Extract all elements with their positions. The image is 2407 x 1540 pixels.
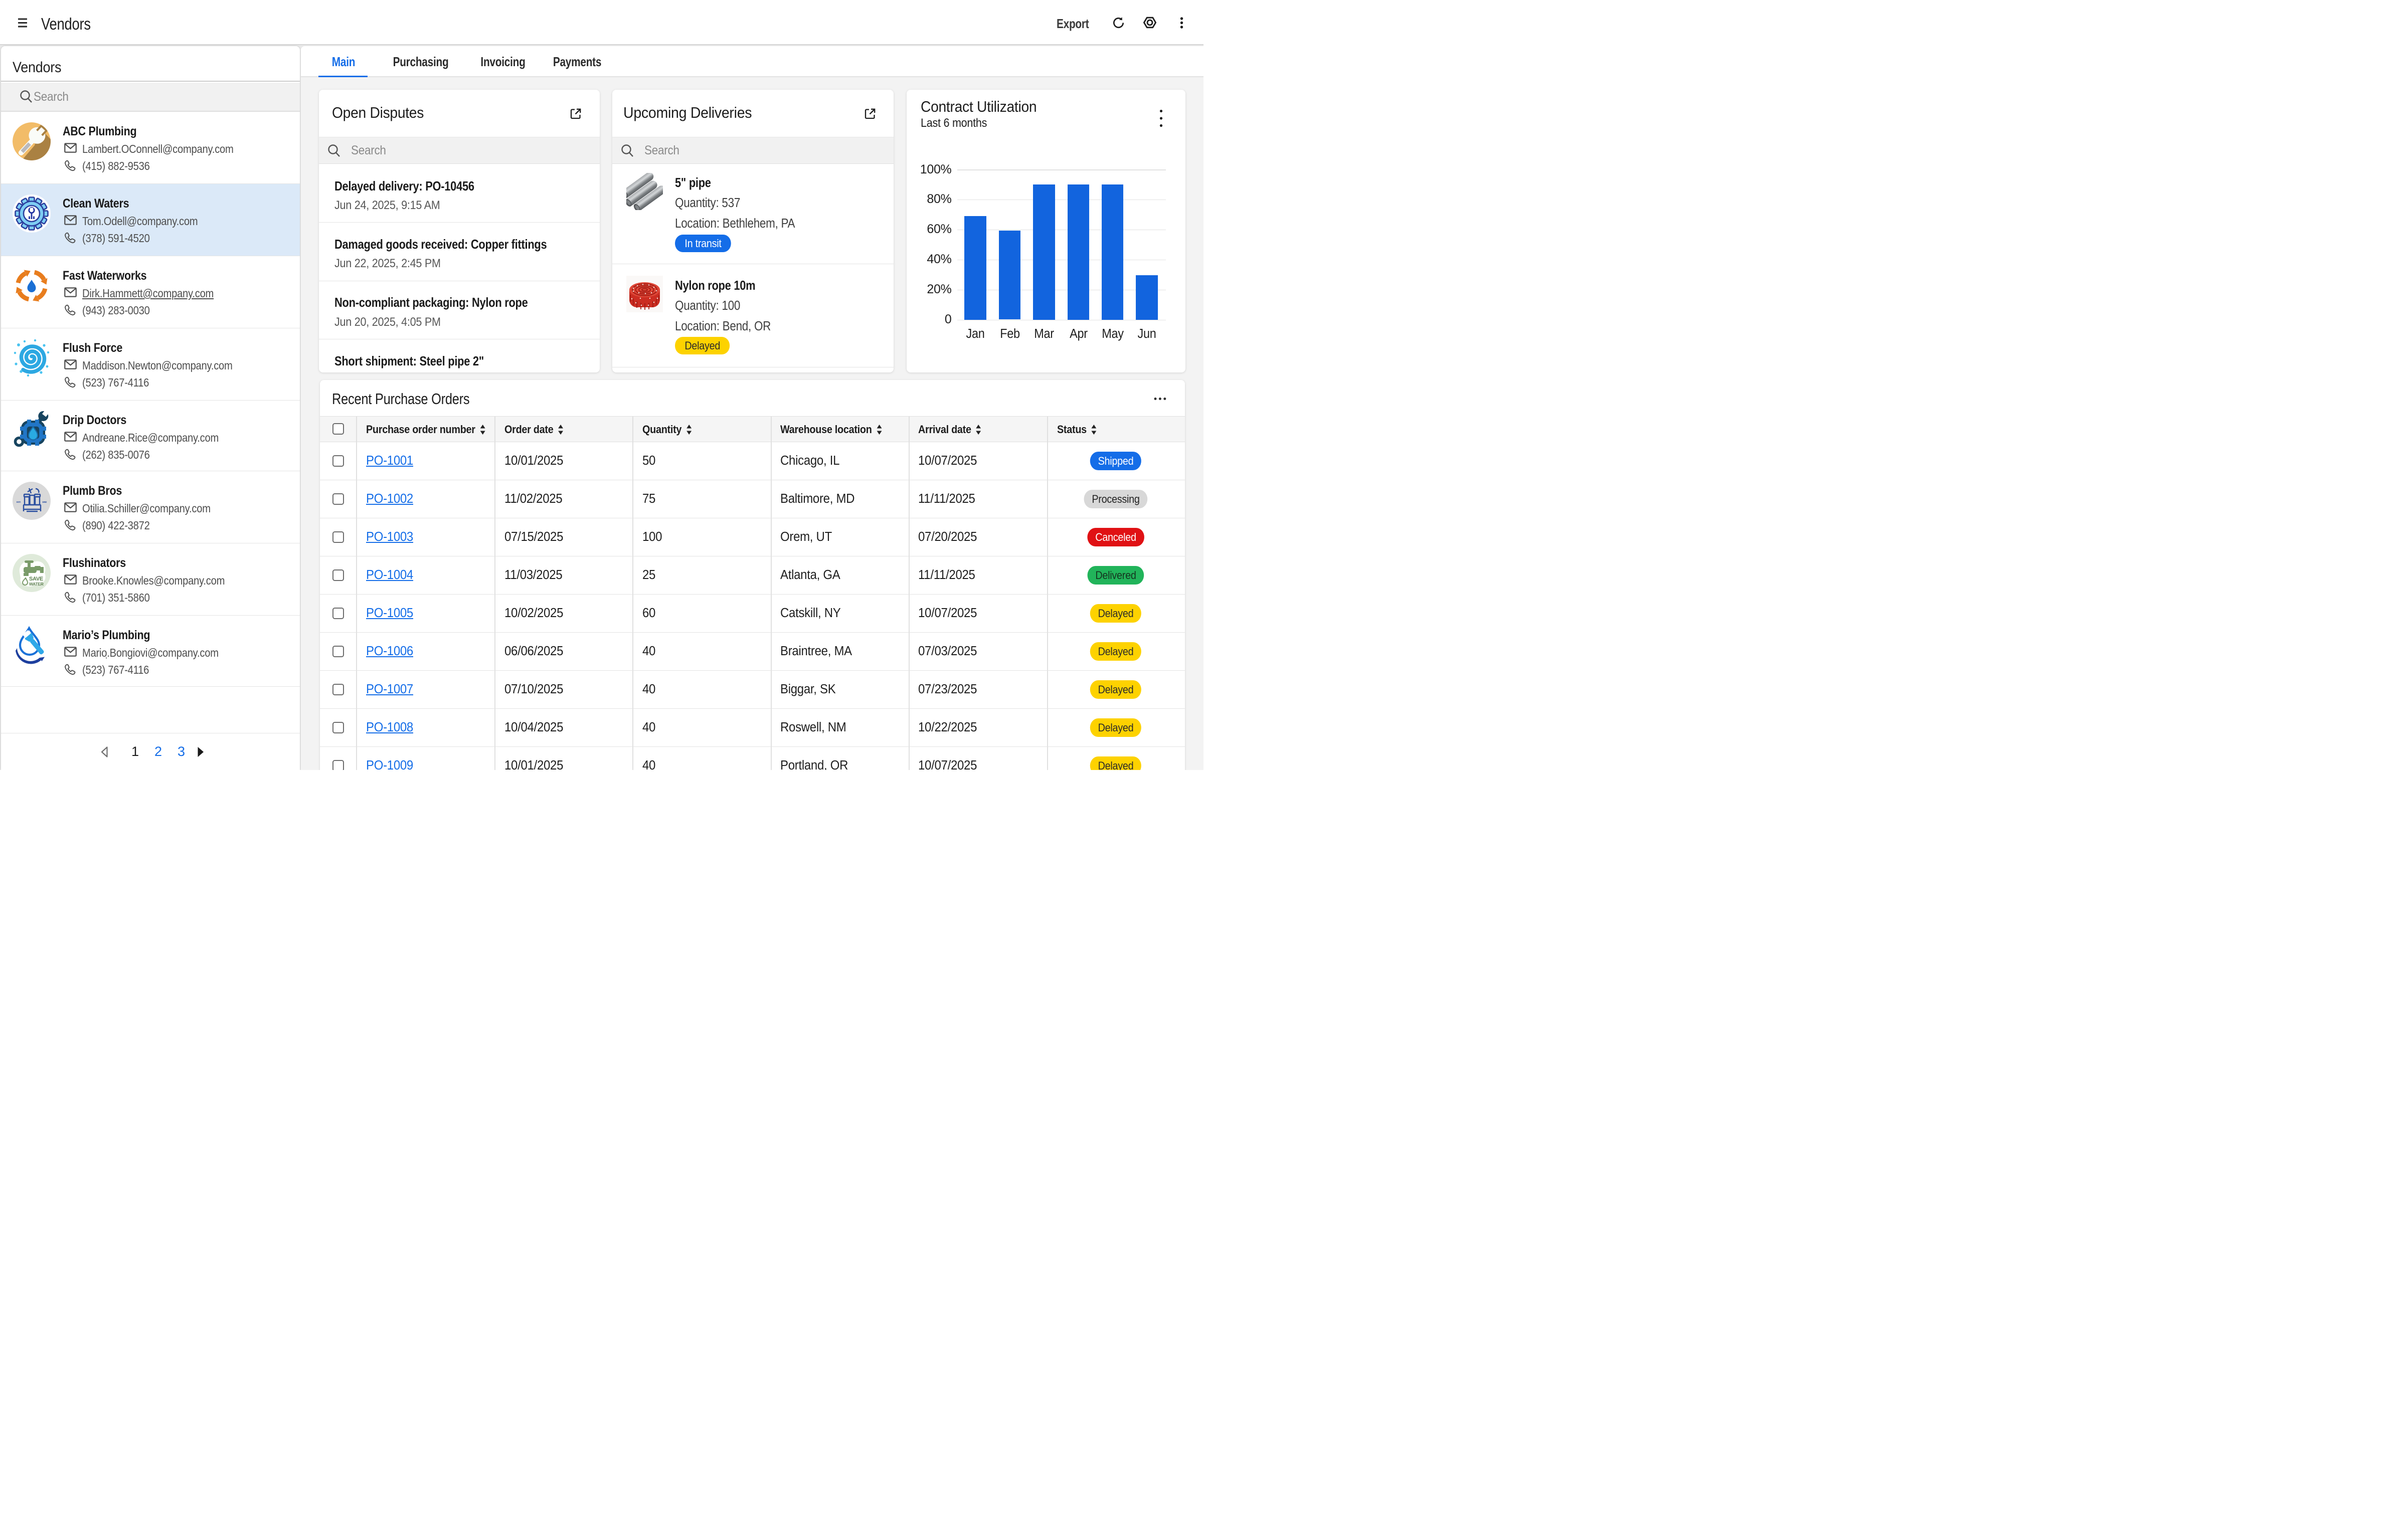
svg-text:1992: 1992 bbox=[42, 501, 47, 503]
svg-text:EST.: EST. bbox=[17, 501, 21, 503]
svg-text:WATER: WATER bbox=[29, 582, 44, 587]
